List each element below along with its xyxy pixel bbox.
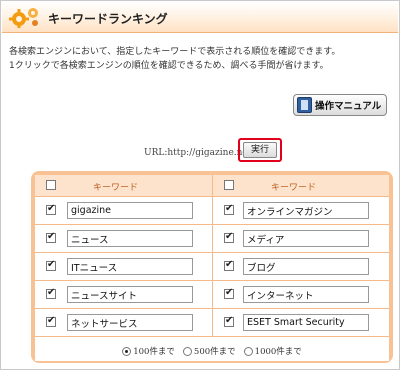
keyword-input[interactable] [243, 286, 369, 303]
keyword-input[interactable] [67, 258, 193, 275]
table-row [35, 253, 389, 281]
limit-option-label: 500件まで [193, 347, 236, 357]
keyword-checkbox[interactable] [224, 315, 234, 327]
keyword-input[interactable] [243, 230, 369, 247]
keyword-checkbox[interactable] [46, 259, 56, 271]
table-row [35, 225, 389, 253]
description-line-2: 1クリックで各検索エンジンの順位を確認できるため、調べる手間が省けます。 [9, 61, 329, 71]
keyword-input[interactable] [243, 202, 369, 219]
table-row [35, 309, 389, 337]
header-left: キーワード [35, 175, 212, 197]
description-line-1: 各検索エンジンにおいて、指定したキーワードで表示される順位を確認できます。 [9, 47, 341, 57]
keyword-checkbox[interactable] [46, 315, 56, 327]
keyword-input[interactable] [67, 286, 193, 303]
keyword-checkbox[interactable] [224, 259, 234, 271]
header-right: キーワード [212, 175, 389, 197]
limit-options: 100件まで 500件まで 1000件まで [35, 341, 389, 361]
radio-selected-icon [122, 346, 132, 356]
keyword-input[interactable] [243, 258, 369, 275]
run-button[interactable]: 実行 [243, 142, 277, 158]
keyword-checkbox[interactable] [224, 287, 234, 299]
keyword-table: キーワード キーワード ✔ gigazine ✔ オンラインマガジン ✔ ニュー… [35, 175, 389, 361]
gears-icon [9, 8, 38, 28]
panel-title: キーワードランキング [48, 12, 168, 26]
keyword-input[interactable] [243, 314, 369, 331]
description: 各検索エンジンにおいて、指定したキーワードで表示される順位を確認できます。 1ク… [9, 45, 394, 73]
header-right-label: キーワード [271, 183, 317, 193]
keyword-input[interactable] [67, 230, 193, 247]
manual-button[interactable]: 操作マニュアル [293, 94, 387, 116]
keyword-input[interactable] [67, 202, 193, 219]
limit-option-label: 1000件まで [254, 347, 302, 357]
header-left-label: キーワード [93, 183, 139, 193]
keyword-checkbox[interactable] [46, 203, 56, 215]
keyword-checkbox[interactable] [46, 231, 56, 243]
keyword-table-panel: キーワード キーワード ✔ gigazine ✔ オンラインマガジン ✔ ニュー… [31, 171, 393, 363]
keyword-checkbox[interactable] [224, 203, 234, 215]
limit-option-500[interactable]: 500件まで [182, 345, 236, 357]
keyword-checkbox[interactable] [46, 287, 56, 299]
select-all-right-checkbox[interactable] [224, 180, 234, 190]
table-row [35, 197, 389, 225]
keyword-checkbox[interactable] [224, 231, 234, 243]
radio-unselected-icon [182, 346, 192, 356]
keyword-rows [35, 197, 389, 337]
select-all-left-checkbox[interactable] [46, 180, 56, 190]
table-row [35, 281, 389, 309]
manual-button-label: 操作マニュアル [315, 101, 382, 112]
limit-option-100[interactable]: 100件まで [122, 345, 175, 357]
title-bar: キーワードランキング [2, 2, 398, 33]
limit-option-1000[interactable]: 1000件まで [243, 345, 302, 357]
film-book-icon [297, 97, 312, 113]
radio-unselected-icon [243, 346, 253, 356]
limit-option-label: 100件まで [133, 347, 175, 357]
run-button-highlight: 実行 [238, 138, 282, 162]
keyword-ranking-panel: キーワードランキング 各検索エンジンにおいて、指定したキーワードで表示される順位… [0, 0, 400, 370]
keyword-input[interactable] [67, 314, 193, 331]
